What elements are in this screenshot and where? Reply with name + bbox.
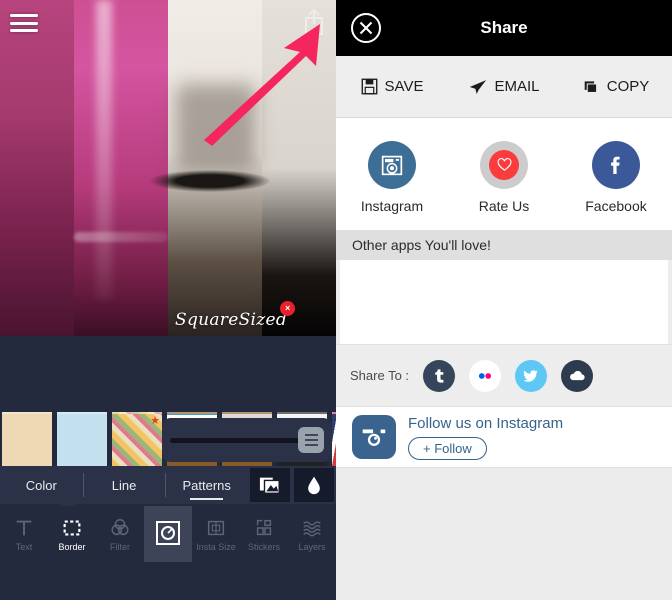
facebook-f-icon [592,140,640,189]
liquid-surface [74,232,168,242]
handle-line [304,444,318,446]
handle-line [304,434,318,436]
action-label: COPY [606,78,650,95]
hamburger-bar [10,14,38,17]
social-instagram[interactable]: Instagram [336,140,448,214]
rate-us-badge [480,140,528,189]
follow-us-row: Follow us on Instagram + Follow [336,406,672,468]
photo-band [0,0,74,336]
follow-button[interactable]: + Follow [408,436,487,460]
subtab-patterns[interactable]: Patterns [165,466,248,504]
flickr-icon[interactable] [469,359,502,392]
app-root: SquareSized × Color Line Pa [0,0,672,600]
cable-shape [150,170,270,192]
slider-track[interactable] [170,437,304,443]
action-label: EMAIL [494,78,540,95]
social-facebook[interactable]: Facebook [560,140,672,214]
email-button[interactable]: EMAIL [448,78,560,96]
share-export-icon[interactable] [302,8,326,36]
slider-handle[interactable] [298,427,324,453]
tumblr-icon[interactable] [423,359,456,392]
pattern-opacity-slider[interactable] [162,418,332,462]
social-label: Rate Us [478,197,530,214]
tool-label: Border [58,541,86,552]
photo-band [262,0,336,336]
watermark: SquareSized × [175,301,296,330]
tool-label: Stickers [247,541,280,552]
border-icon [63,519,81,536]
tool-layers[interactable]: Layers [288,506,336,562]
page-title: Share [480,18,528,37]
social-label: Instagram [360,197,424,214]
pattern-swatch[interactable] [57,412,107,466]
share-to-row: Share To : [336,344,672,406]
close-circle-icon[interactable] [350,12,382,44]
hamburger-menu-icon[interactable] [8,10,40,36]
handle-line [304,439,318,441]
editor-footer [0,562,336,600]
tool-filter[interactable]: Filter [96,506,144,562]
border-subtab-bar: Color Line Patterns [0,466,336,504]
tool-label: Text [15,541,33,552]
social-share-row: Instagram Rate Us Facebook [336,118,672,230]
tool-label: Insta Size [196,541,236,552]
bottle-highlight [96,0,112,300]
heart-icon [489,149,519,180]
cloud-icon[interactable] [561,359,594,392]
share-panel: Share SAVE EMAIL COPY Instagram Rate Us … [336,0,672,600]
photo-band [74,0,168,336]
save-button[interactable]: SAVE [336,78,448,95]
pattern-swatch[interactable] [112,412,162,466]
pattern-swatch[interactable] [2,412,52,466]
photo-canvas[interactable]: SquareSized × [0,0,336,336]
share-header: Share [336,0,672,56]
tool-label: Layers [298,541,326,552]
droplet-icon[interactable] [294,468,335,502]
social-rate-us[interactable]: Rate Us [448,140,560,214]
hamburger-bar [10,29,38,32]
share-empty-area [336,482,672,600]
tool-insta-size[interactable]: Insta Size [192,506,240,562]
subtab-color[interactable]: Color [0,466,83,504]
filter-icon [111,518,129,535]
paper-plane-icon [470,79,487,94]
tool-border[interactable]: Border [48,506,96,562]
layers-icon [303,520,321,536]
wall-shadow [176,84,256,170]
hamburger-bar [10,21,38,25]
subtab-line[interactable]: Line [82,466,166,504]
editor-toolbar: Text Border Filter Insta Size Stickers L… [0,506,336,562]
twitter-icon[interactable] [515,359,548,392]
tool-label: Filter [110,541,130,552]
share-to-label: Share To : [350,368,410,383]
social-label: Facebook [585,197,647,214]
tool-stickers[interactable]: Stickers [240,506,288,562]
instagram-camera-icon [368,140,416,189]
tool-text[interactable]: Text [0,506,48,562]
copy-stack-icon [584,81,597,93]
text-icon [16,520,32,535]
instagram-rounded-icon[interactable] [352,415,396,459]
share-action-row: SAVE EMAIL COPY [336,56,672,118]
copy-button[interactable]: COPY [560,78,672,95]
watermark-close-icon[interactable]: × [280,301,296,316]
follow-text: Follow us on Instagram [408,414,564,432]
tool-lens[interactable] [144,506,192,562]
follow-block: Follow us on Instagram + Follow [408,415,563,460]
lens-icon [156,520,180,545]
other-apps-header: Other apps You'll love! [336,230,672,260]
photo-editor-pane: SquareSized × Color Line Pa [0,0,336,600]
watermark-text: SquareSized [175,310,288,330]
other-apps-body[interactable] [340,260,668,344]
insta-size-icon [207,520,225,535]
action-label: SAVE [384,78,424,95]
gallery-icon[interactable] [250,468,291,502]
floppy-disk-icon [361,78,377,95]
stickers-icon [256,519,272,535]
